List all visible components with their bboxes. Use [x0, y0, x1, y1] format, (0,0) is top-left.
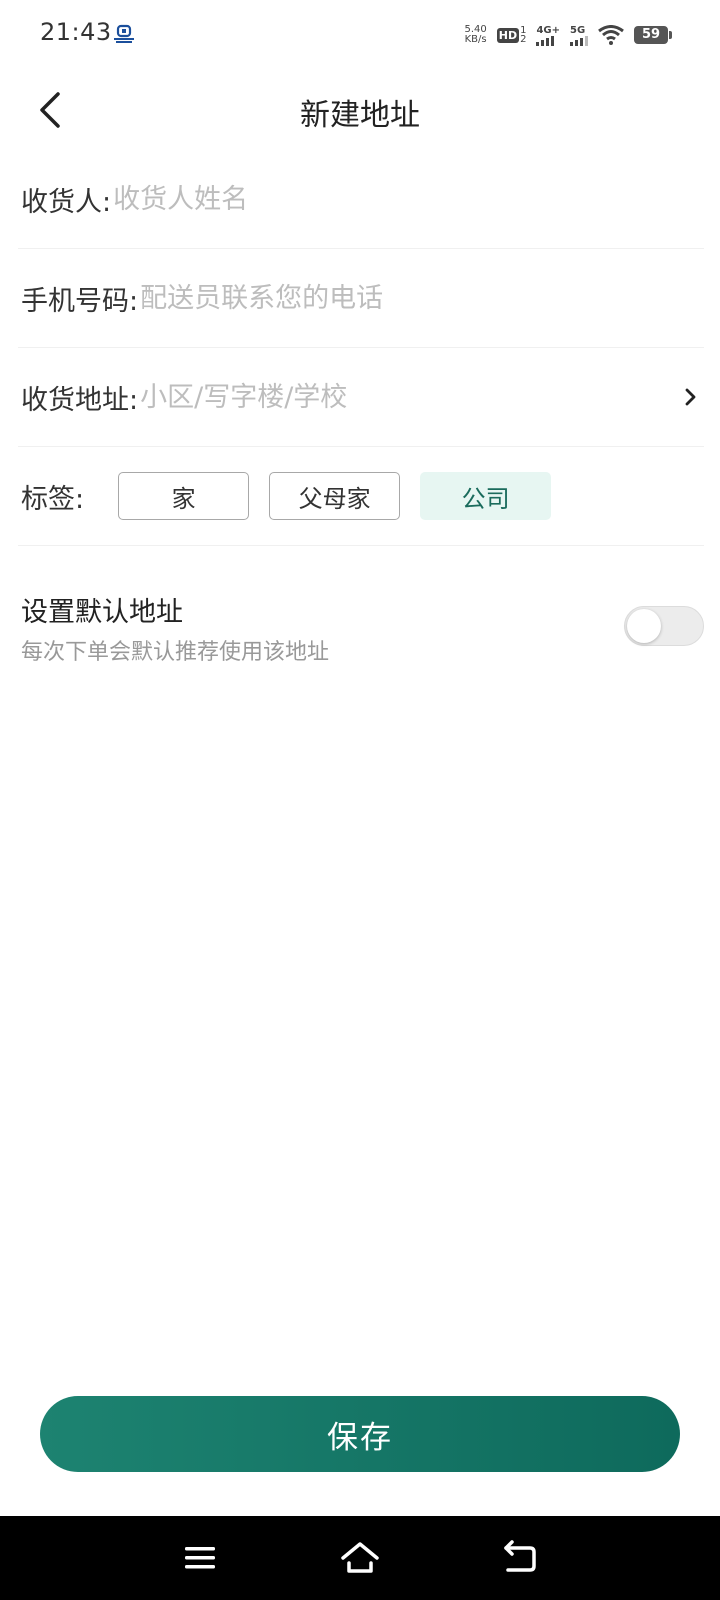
back-icon[interactable] [500, 1538, 540, 1578]
page-title: 新建地址 [300, 98, 420, 133]
network-speed-unit: KB/s [464, 34, 487, 45]
network-speed: 5.40 KB/s [464, 25, 486, 45]
receiver-row: 收货人: [18, 150, 704, 249]
signal-bars-icon [570, 35, 588, 46]
signal-4g: 4G+ [536, 25, 560, 46]
default-address-subtitle: 每次下单会默认推荐使用该地址 [21, 640, 330, 665]
status-time: 21:43 [40, 18, 112, 46]
tag-company[interactable]: 公司 [420, 472, 552, 520]
signal-bars-icon [536, 35, 555, 46]
save-button[interactable]: 保存 [40, 1396, 680, 1472]
hd-sub-bottom: 2 [520, 34, 527, 45]
chevron-right-icon[interactable] [682, 386, 700, 408]
status-indicators: 5.40 KB/s HD 1 2 4G+ 5G 59 [464, 20, 672, 50]
phone-label: 手机号码: [21, 285, 139, 317]
battery-icon: 59 [634, 26, 672, 44]
menu-icon[interactable] [180, 1538, 220, 1578]
tag-parents-home[interactable]: 父母家 [269, 472, 401, 520]
phone-input[interactable] [138, 282, 704, 314]
default-address-toggle[interactable] [624, 606, 704, 646]
nav-header: 新建地址 [0, 70, 720, 150]
signal-4g-label: 4G+ [536, 24, 560, 36]
address-form: 收货人: 手机号码: 收货地址: 标签: 家 父母家 公司 设置默认地址 每次下… [18, 150, 704, 665]
wifi-icon [598, 25, 624, 45]
hd-sub: 1 2 [520, 26, 527, 45]
tag-home[interactable]: 家 [118, 472, 250, 520]
receiver-label: 收货人: [21, 186, 112, 218]
tag-options: 家 父母家 公司 [118, 472, 552, 520]
address-input[interactable] [138, 381, 704, 413]
status-bar: 21:43 5.40 KB/s HD 1 2 4G+ 5G 59 [0, 0, 720, 70]
hd-label: HD [496, 27, 520, 43]
tag-label: 标签: [21, 483, 85, 515]
address-label: 收货地址: [21, 384, 139, 416]
signal-5g-label: 5G [570, 24, 586, 36]
receiver-input[interactable] [111, 183, 704, 215]
tag-row: 标签: 家 父母家 公司 [18, 447, 704, 546]
address-row[interactable]: 收货地址: [18, 348, 704, 447]
phone-row: 手机号码: [18, 249, 704, 348]
toggle-knob [627, 609, 661, 643]
hd-badge: HD 1 2 [496, 26, 527, 45]
default-address-row: 设置默认地址 每次下单会默认推荐使用该地址 [18, 546, 704, 665]
signal-5g: 5G [570, 25, 588, 46]
default-address-title: 设置默认地址 [21, 597, 183, 628]
system-nav-bar [0, 1516, 720, 1600]
notification-icon [114, 24, 134, 43]
home-icon[interactable] [340, 1538, 380, 1578]
